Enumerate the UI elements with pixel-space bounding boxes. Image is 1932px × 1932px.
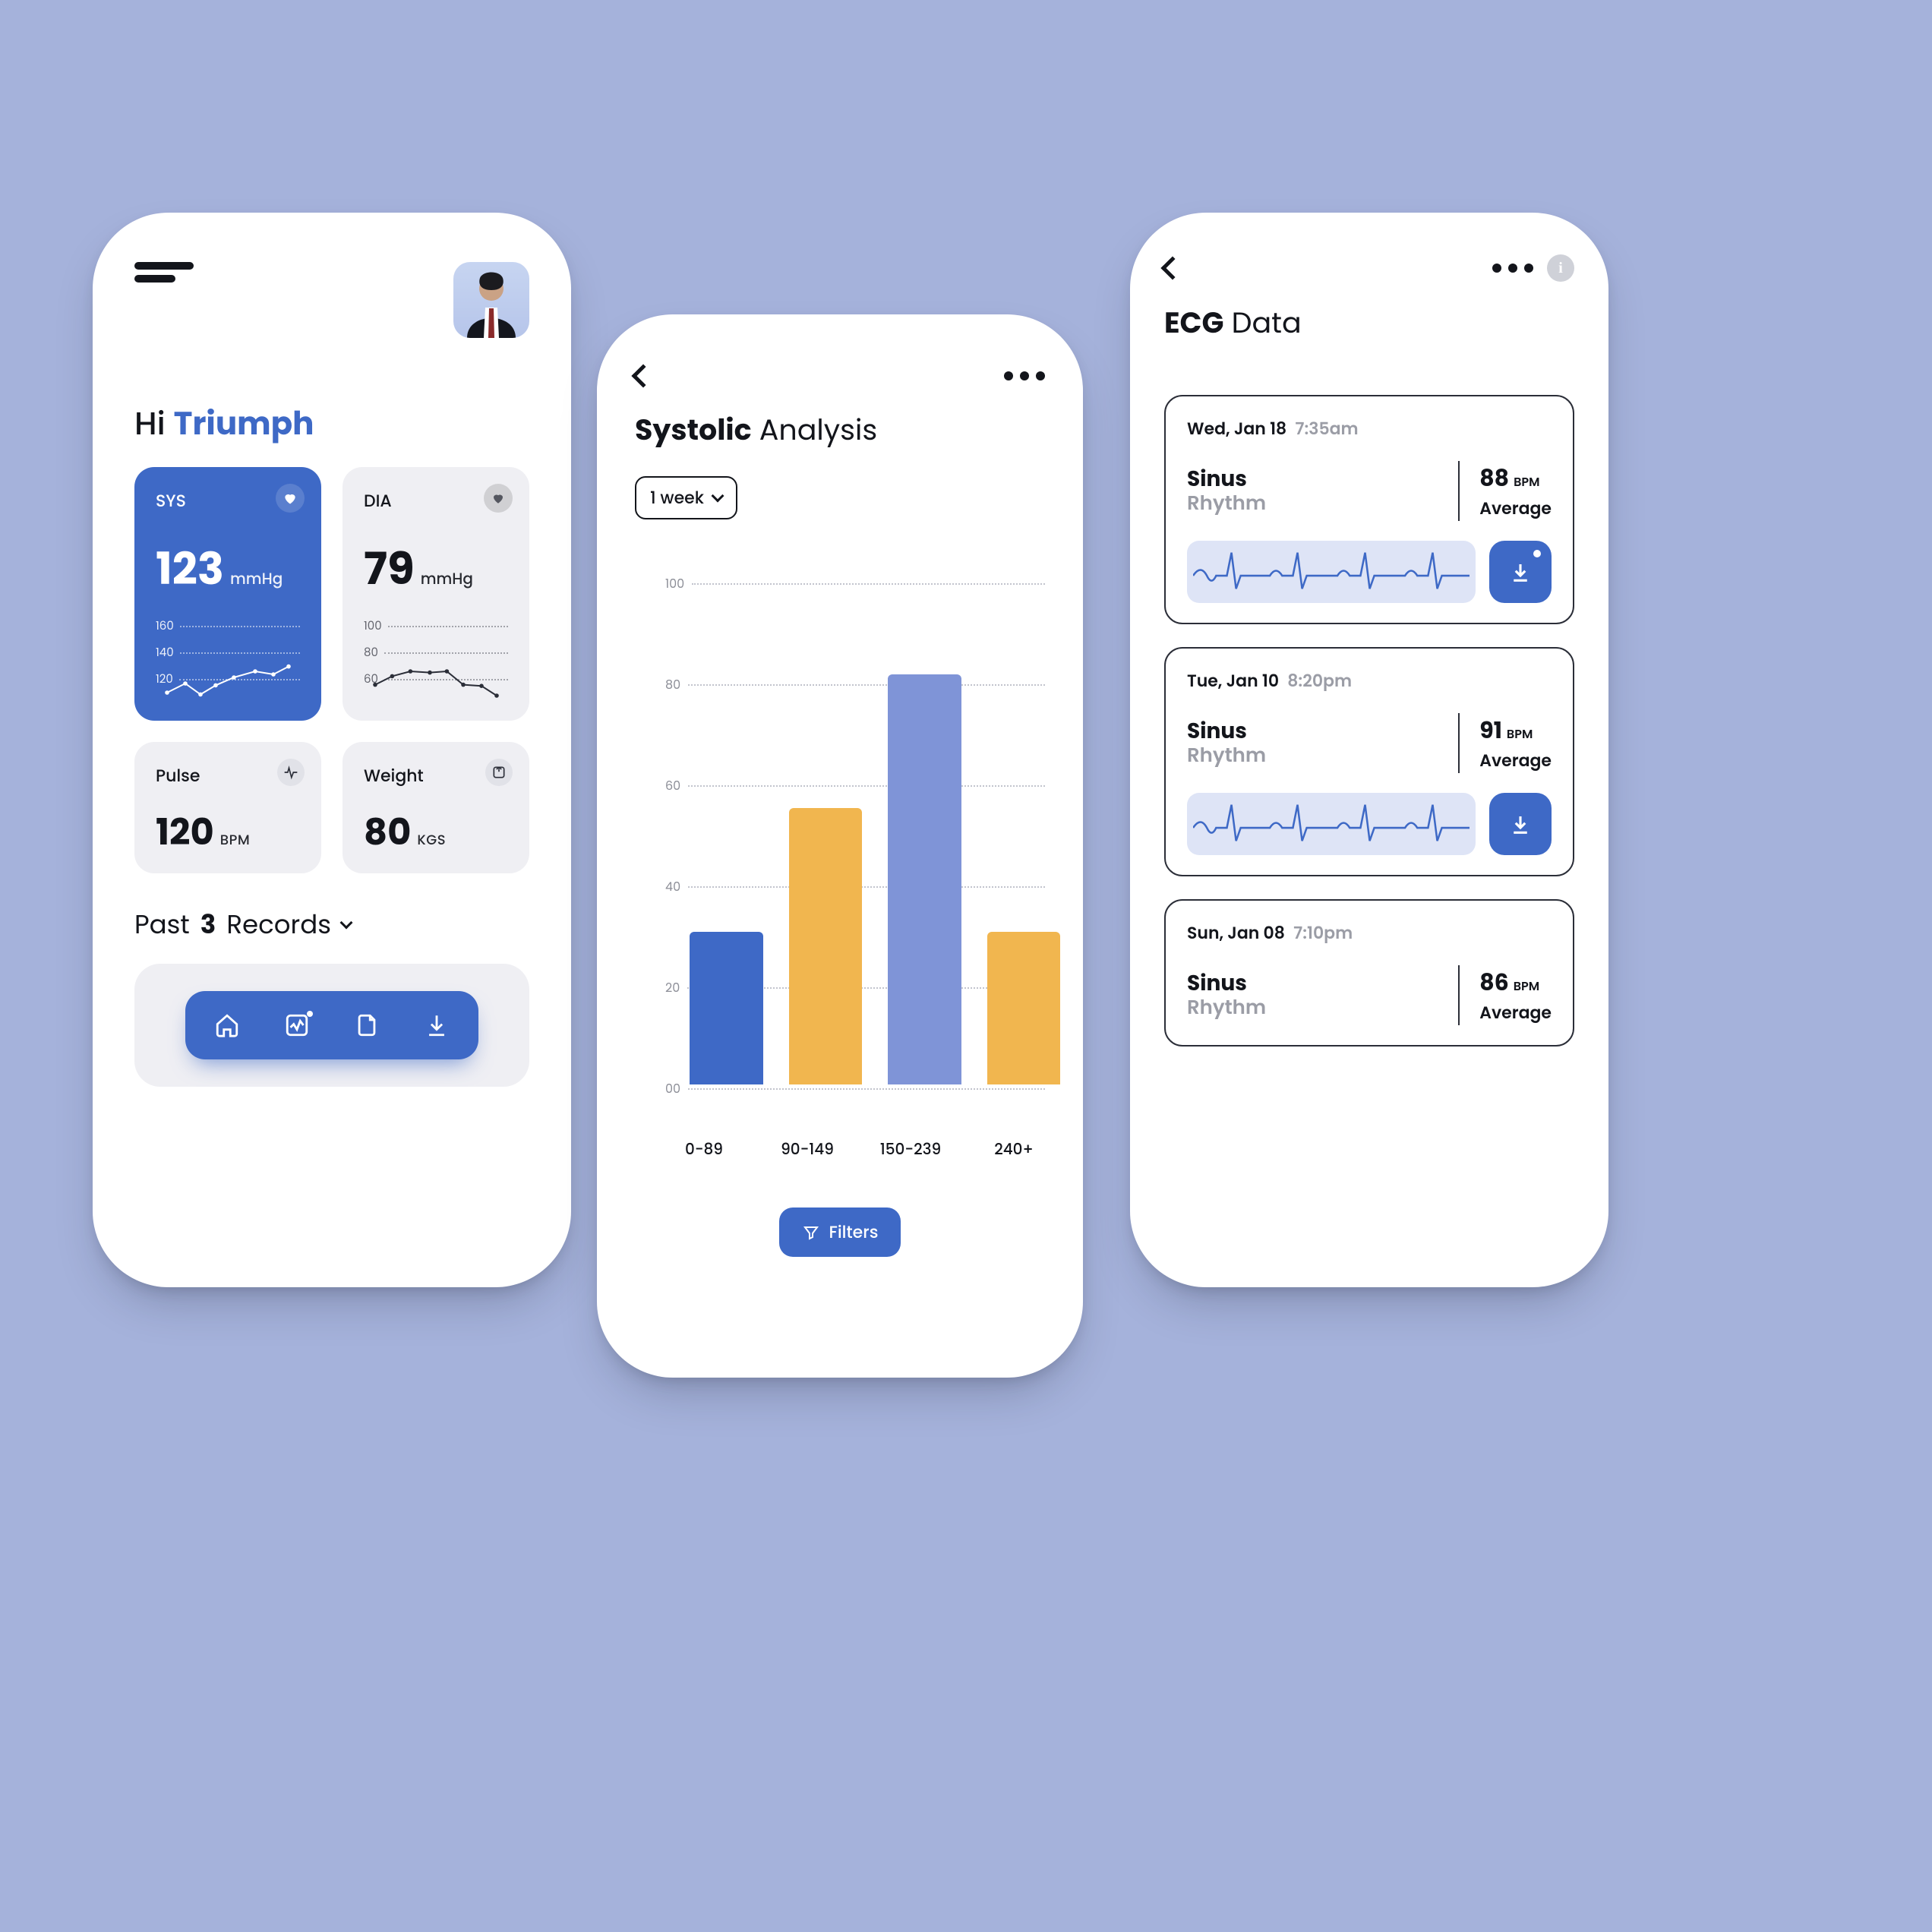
- greeting: Hi Triumph: [134, 358, 529, 447]
- bottom-dock: [134, 964, 529, 1087]
- bar[interactable]: [888, 674, 961, 1084]
- download-button[interactable]: [1489, 793, 1552, 855]
- ecg-datetime: Sun, Jan 08 7:10pm: [1187, 920, 1552, 945]
- ecg-type: SinusRhythm: [1187, 466, 1458, 516]
- greeting-pre: Hi: [134, 401, 174, 446]
- tile-dia-value: 79: [364, 536, 415, 602]
- ecg-type: SinusRhythm: [1187, 718, 1458, 768]
- x-tick-label: 0-89: [673, 1138, 735, 1160]
- back-icon[interactable]: [1160, 256, 1184, 279]
- ecg-metric: 86BPM Average: [1458, 965, 1552, 1025]
- ecg-card[interactable]: Wed, Jan 18 7:35am SinusRhythm 88BPM Ave…: [1164, 395, 1574, 624]
- x-axis-labels: 0-89 90-149 150-239 240+: [635, 1138, 1045, 1160]
- avatar[interactable]: [453, 262, 529, 338]
- x-tick-label: 90-149: [776, 1138, 838, 1160]
- more-icon[interactable]: [1004, 371, 1045, 380]
- nav-document[interactable]: [354, 1012, 380, 1038]
- ecg-waveform: [1187, 541, 1476, 603]
- ecg-metric: 91BPM Average: [1458, 713, 1552, 773]
- ecg-card[interactable]: Tue, Jan 10 8:20pm SinusRhythm 91BPM Ave…: [1164, 647, 1574, 876]
- tile-pulse-value: 120: [156, 805, 214, 860]
- preview-canvas: Hi Triumph SYS 123 mmHg 160 140: [0, 0, 1932, 1932]
- ecg-card[interactable]: Sun, Jan 08 7:10pm SinusRhythm 86BPM Ave…: [1164, 899, 1574, 1046]
- dot-indicator: [1533, 550, 1541, 557]
- tile-pulse[interactable]: Pulse 120 BPM: [134, 742, 321, 873]
- heart-icon: [276, 484, 305, 513]
- filters-label: Filters: [829, 1220, 879, 1245]
- filters-button[interactable]: Filters: [779, 1208, 901, 1257]
- dot-indicator: [307, 1011, 313, 1017]
- nav-vitals[interactable]: [284, 1012, 310, 1038]
- nav-download[interactable]: [424, 1012, 450, 1038]
- filter-icon: [802, 1223, 820, 1242]
- tile-dia-unit: mmHg: [421, 567, 473, 590]
- sparkline-dia: [364, 659, 508, 702]
- back-icon[interactable]: [631, 364, 655, 387]
- records-dropdown[interactable]: Past 3 Records: [134, 905, 529, 944]
- range-selector[interactable]: 1 week: [635, 476, 737, 519]
- y-tick: 100: [665, 574, 1045, 593]
- download-button[interactable]: [1489, 541, 1552, 603]
- ecg-datetime: Wed, Jan 18 7:35am: [1187, 416, 1552, 441]
- tile-sys-unit: mmHg: [230, 567, 283, 590]
- menu-icon[interactable]: [134, 262, 194, 283]
- analysis-title: Systolic Analysis: [635, 409, 1045, 452]
- info-icon[interactable]: i: [1547, 254, 1574, 282]
- bar[interactable]: [789, 808, 863, 1084]
- more-icon[interactable]: [1492, 264, 1533, 273]
- x-tick-label: 150-239: [879, 1138, 942, 1160]
- tile-dia[interactable]: DIA 79 mmHg 100 80 60: [343, 467, 529, 721]
- nav-home[interactable]: [214, 1012, 240, 1038]
- ecg-type: SinusRhythm: [1187, 971, 1458, 1020]
- tile-sys-value: 123: [156, 536, 224, 602]
- greeting-name: Triumph: [174, 401, 314, 446]
- tile-weight[interactable]: Weight 80 KGS: [343, 742, 529, 873]
- ecg-waveform: [1187, 793, 1476, 855]
- tile-sys[interactable]: SYS 123 mmHg 160 140 120: [134, 467, 321, 721]
- pulse-icon: [277, 759, 305, 786]
- ecg-metric: 88BPM Average: [1458, 461, 1552, 521]
- device-analysis: Systolic Analysis 1 week 1008060402000 0…: [597, 314, 1083, 1378]
- device-home: Hi Triumph SYS 123 mmHg 160 140: [93, 213, 571, 1287]
- chevron-down-icon: [339, 916, 352, 929]
- sparkline-sys: [156, 659, 300, 702]
- ecg-title: ECG Data: [1164, 301, 1574, 345]
- range-label: 1 week: [650, 485, 704, 510]
- x-tick-label: 240+: [983, 1138, 1045, 1160]
- chevron-down-icon: [711, 489, 724, 502]
- heart-icon: [484, 484, 513, 513]
- ecg-datetime: Tue, Jan 10 8:20pm: [1187, 668, 1552, 693]
- tile-weight-unit: KGS: [417, 830, 446, 851]
- bar-chart: 1008060402000: [635, 574, 1045, 1098]
- tile-weight-value: 80: [364, 805, 411, 860]
- tile-pulse-unit: BPM: [220, 830, 250, 851]
- bar[interactable]: [987, 932, 1061, 1084]
- bar[interactable]: [690, 932, 763, 1084]
- scale-icon: [485, 759, 513, 786]
- device-ecg: i ECG Data Wed, Jan 18 7:35am SinusRhyth…: [1130, 213, 1608, 1287]
